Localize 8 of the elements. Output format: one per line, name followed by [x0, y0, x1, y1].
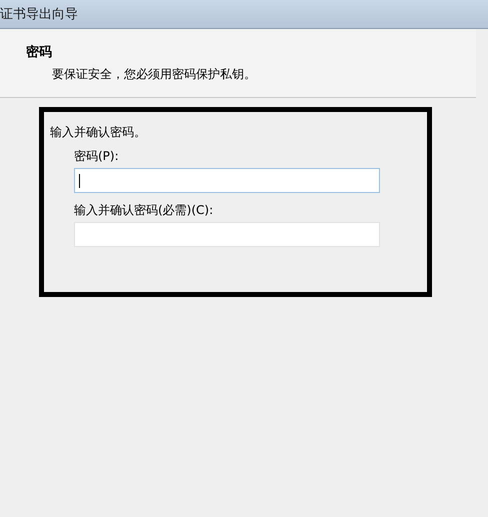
page-heading: 密码 [26, 44, 53, 61]
password-field[interactable] [74, 222, 380, 247]
section-text: 输入并确认密码。 [50, 124, 147, 141]
password-field[interactable] [74, 168, 380, 193]
field-label: 密码(P): [74, 148, 120, 165]
page-description: 要保证安全，您必须用密码保护私钥。 [51, 66, 257, 83]
field-label: 输入并确认密码(必需)(C): [74, 202, 214, 219]
window-title: 证书导出向导 [0, 6, 78, 23]
